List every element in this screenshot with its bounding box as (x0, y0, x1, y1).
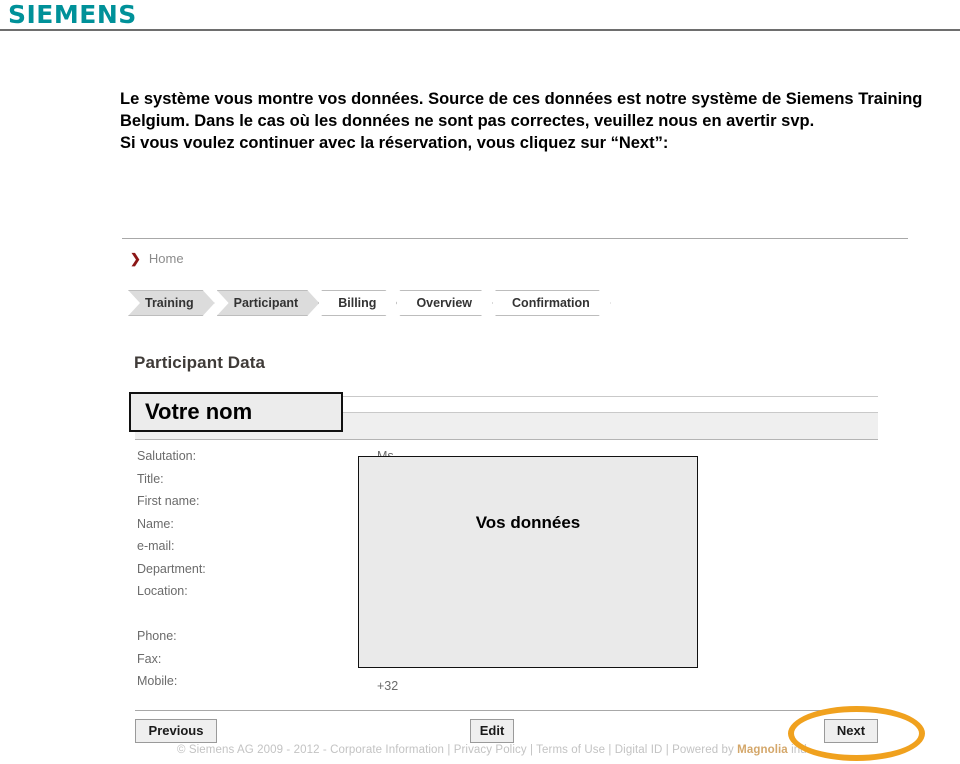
paragraph-instruction-keyword: Next (618, 134, 655, 152)
section-divider-bottom (135, 439, 878, 440)
paragraph-instruction: Si vous voulez continuer avec la réserva… (120, 132, 944, 154)
siemens-logo: SIEMENS (8, 0, 137, 29)
step-tab-label: Participant (233, 296, 299, 310)
annotation-vos-donnees: Vos données (358, 456, 698, 668)
step-tab-billing[interactable]: Billing (321, 290, 397, 316)
field-label-name: Name: (137, 516, 174, 531)
breadcrumb-item-home[interactable]: Home (149, 252, 184, 266)
page-title: Participant Data (134, 353, 266, 372)
field-label-title: Title: (137, 471, 164, 486)
field-label-department: Department: (137, 561, 206, 576)
field-label-first-name: First name: (137, 494, 200, 508)
field-value-mobile: +32 (377, 679, 399, 693)
edit-button[interactable]: Edit (470, 719, 514, 743)
breadcrumb: ❯ Home (130, 252, 184, 266)
step-tab-training[interactable]: Training (128, 290, 215, 316)
annotation-votre-nom: Votre nom (129, 392, 343, 432)
field-label-salutation: Salutation: (137, 449, 197, 463)
footer-divider (135, 710, 878, 711)
paragraph-intro: Le système vous montre vos données. Sour… (120, 90, 923, 130)
step-tab-participant[interactable]: Participant (217, 290, 320, 316)
content-top-divider (122, 238, 908, 239)
footer-magnolia-link[interactable]: Magnolia (737, 744, 788, 756)
field-label-phone: Phone: (137, 629, 177, 643)
step-tab-label: Training (145, 296, 194, 310)
previous-button[interactable]: Previous (135, 719, 217, 743)
step-tab-overview[interactable]: Overview (399, 290, 493, 316)
field-label-fax: Fax: (137, 651, 162, 666)
paragraph-instruction-suffix: ”: (654, 134, 669, 152)
footer-legal-tail: ind (787, 744, 807, 756)
participant-form-labels: Salutation: Title: First name: Name: e-m… (137, 445, 347, 693)
step-navigation: Training Participant Billing Overview Co… (128, 290, 613, 316)
siemens-header: SIEMENS (0, 0, 960, 33)
step-tab-label: Confirmation (512, 296, 590, 310)
paragraph-instruction-prefix: Si vous voulez continuer avec la réserva… (120, 134, 619, 152)
header-divider (0, 29, 960, 31)
footer-legal-text: © Siemens AG 2009 - 2012 - Corporate Inf… (177, 744, 917, 756)
step-tab-label: Billing (338, 296, 377, 310)
slide-body-text: Le système vous montre vos données. Sour… (120, 88, 944, 154)
field-label-location: Location: (137, 584, 188, 598)
chevron-right-icon: ❯ (130, 251, 141, 266)
field-label-email: e-mail: (137, 539, 175, 553)
step-tab-label: Overview (416, 296, 473, 310)
field-label-mobile: Mobile: (137, 674, 178, 688)
step-tab-confirmation[interactable]: Confirmation (495, 290, 611, 316)
footer-legal-main: © Siemens AG 2009 - 2012 - Corporate Inf… (177, 744, 738, 756)
next-button[interactable]: Next (824, 719, 878, 743)
